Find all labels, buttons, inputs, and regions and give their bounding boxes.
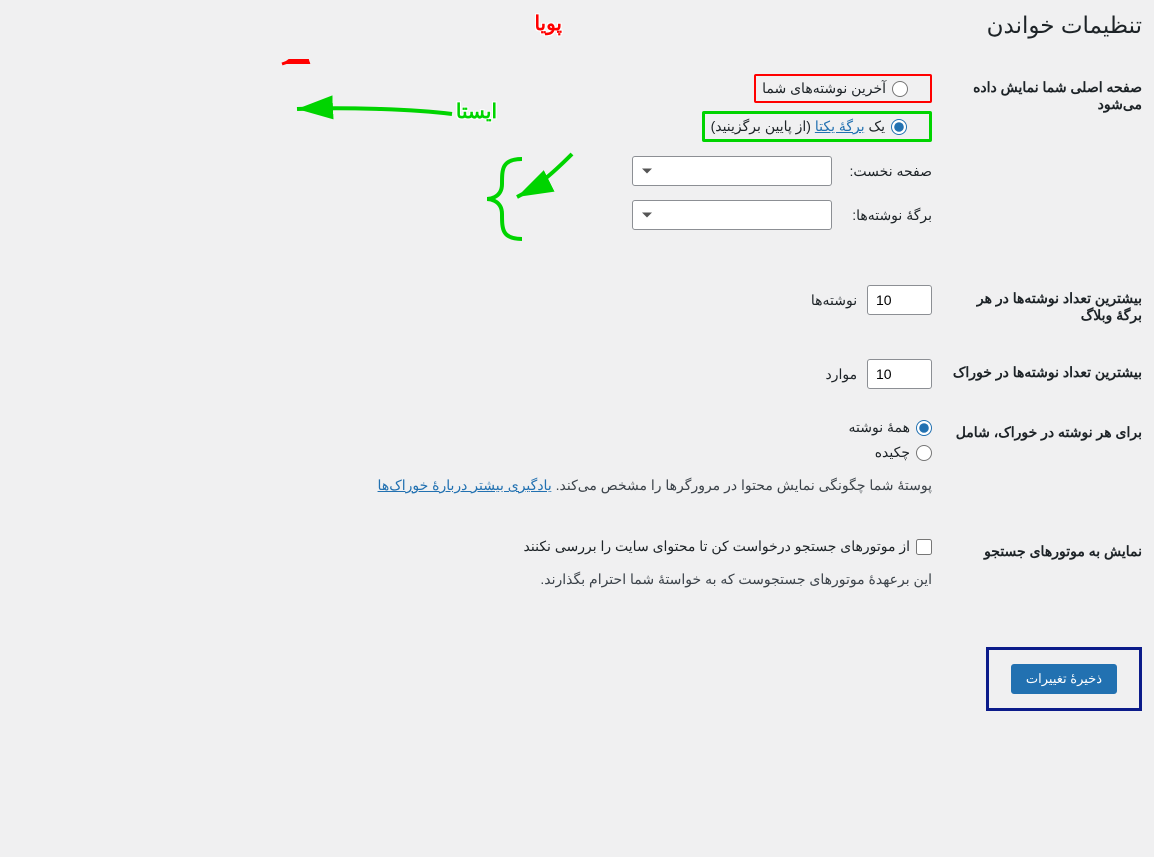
feed-excerpt-radio[interactable] bbox=[916, 445, 932, 461]
homepage-latest-label: آخرین نوشته‌های شما bbox=[762, 80, 886, 97]
submit-highlight: ذخیرهٔ تغییرات bbox=[986, 647, 1142, 711]
feed-count-input[interactable] bbox=[867, 359, 932, 389]
feed-full-radio[interactable] bbox=[916, 420, 932, 436]
blog-count-heading: بیشترین تعداد نوشته‌ها در هر برگهٔ وبلاگ bbox=[942, 270, 1142, 344]
homepage-static-radio[interactable] bbox=[891, 119, 907, 135]
homepage-latest-radio[interactable] bbox=[892, 81, 908, 97]
front-page-select[interactable] bbox=[632, 156, 832, 186]
feed-learn-more-link[interactable]: یادگیری بیشتر دربارهٔ خوراک‌ها bbox=[378, 477, 552, 493]
homepage-static-suffix: (از پایین برگزینید) bbox=[711, 118, 815, 134]
feed-content-note: پوستهٔ شما چگونگی نمایش محتوا در مرورگره… bbox=[22, 477, 932, 494]
homepage-static-prefix: یک bbox=[865, 118, 885, 134]
discourage-search-label: از موتورهای جستجو درخواست کن تا محتوای س… bbox=[524, 538, 910, 555]
blog-count-input[interactable] bbox=[867, 285, 932, 315]
homepage-static-label: یک برگهٔ یکتا (از پایین برگزینید) bbox=[711, 118, 885, 135]
search-visibility-heading: نمایش به موتورهای جستجو bbox=[942, 523, 1142, 617]
posts-page-label: برگهٔ نوشته‌ها: bbox=[842, 207, 932, 224]
page-title: تنظیمات خواندن bbox=[12, 12, 1142, 39]
discourage-search-checkbox[interactable] bbox=[916, 539, 932, 555]
blog-count-suffix: نوشته‌ها bbox=[811, 292, 857, 308]
posts-page-select[interactable] bbox=[632, 200, 832, 230]
homepage-display-heading: صفحه اصلی شما نمایش داده می‌شود bbox=[942, 59, 1142, 270]
feed-content-heading: برای هر نوشته در خوراک، شامل bbox=[942, 404, 1142, 523]
save-button[interactable]: ذخیرهٔ تغییرات bbox=[1011, 664, 1117, 694]
settings-table: صفحه اصلی شما نمایش داده می‌شود bbox=[12, 59, 1142, 617]
feed-count-suffix: موارد bbox=[825, 366, 857, 382]
feed-count-heading: بیشترین تعداد نوشته‌ها در خوراک bbox=[942, 344, 1142, 404]
feed-excerpt-label: چکیده bbox=[875, 444, 910, 461]
static-page-link[interactable]: برگهٔ یکتا bbox=[815, 118, 865, 134]
front-page-label: صفحه نخست: bbox=[842, 163, 932, 180]
feed-full-label: همهٔ نوشته bbox=[849, 419, 910, 436]
feed-note-text: پوستهٔ شما چگونگی نمایش محتوا در مرورگره… bbox=[552, 477, 932, 493]
search-visibility-note: این برعهدهٔ موتورهای جستجوست که به خواست… bbox=[22, 571, 932, 588]
